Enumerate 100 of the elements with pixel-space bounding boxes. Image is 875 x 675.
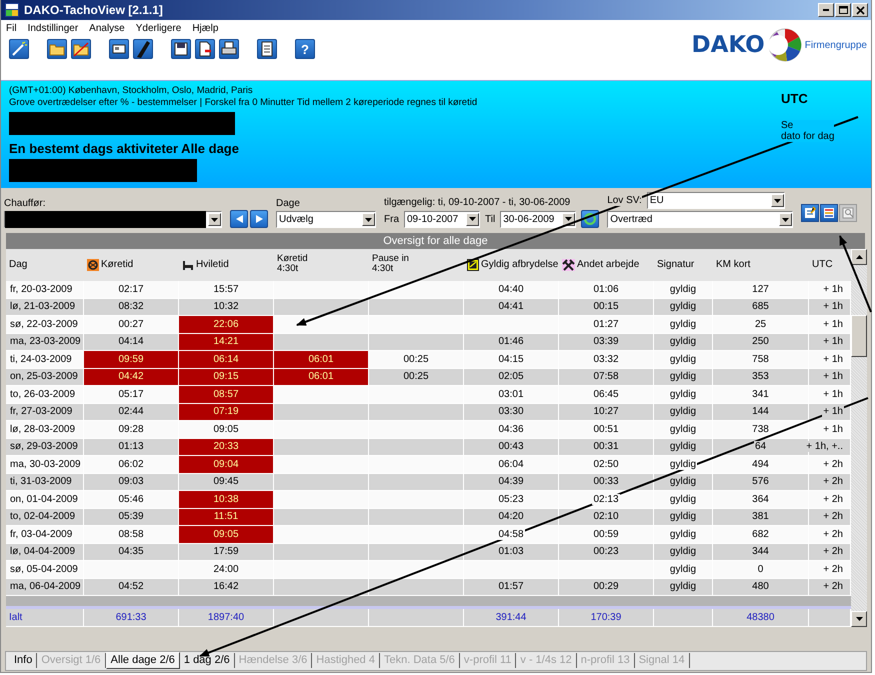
law-dropdown[interactable]: EU xyxy=(646,192,785,209)
caret-icon xyxy=(565,217,572,221)
column-header[interactable]: Hviletid xyxy=(179,249,274,281)
column-header[interactable]: Andet arbejde xyxy=(559,249,654,281)
card-button[interactable] xyxy=(109,39,129,59)
printer-button[interactable] xyxy=(219,39,239,59)
dropdown-button[interactable] xyxy=(466,212,479,226)
column-header[interactable]: UTC xyxy=(809,249,851,281)
table-cell: 353 xyxy=(713,368,809,386)
table-cell: 01:03 xyxy=(464,544,559,561)
export-button[interactable] xyxy=(195,39,215,59)
table-cell: fr, 20-03-2009 xyxy=(6,281,84,298)
column-header[interactable]: Køretid 4:30t xyxy=(274,249,369,281)
days-dropdown[interactable]: Udvælg xyxy=(276,211,376,228)
menu-item[interactable]: Yderligere xyxy=(134,23,182,34)
column-header[interactable]: Signatur xyxy=(654,249,713,281)
close-button[interactable] xyxy=(852,3,868,17)
table-cell: + 1h xyxy=(809,334,851,351)
table-cell: 03:32 xyxy=(559,351,654,368)
menu-item[interactable]: Analyse xyxy=(88,23,126,34)
from-label: Fra xyxy=(384,214,399,224)
table-cell: 05:17 xyxy=(84,386,179,404)
table-cell: 09:59 xyxy=(84,351,179,368)
date-picker[interactable]: 30-06-2009 xyxy=(500,210,576,228)
maximize-icon xyxy=(838,6,848,14)
table-cell: + 2h xyxy=(809,508,851,526)
column-header[interactable]: Pause in 4:30t xyxy=(369,249,464,281)
table-cell: 04:39 xyxy=(464,474,559,491)
tab[interactable]: Info xyxy=(10,653,38,668)
column-header[interactable]: Gyldig afbrydelse xyxy=(464,249,559,281)
dropdown-button[interactable] xyxy=(362,213,375,226)
table-cell: 00:25 xyxy=(369,351,464,368)
table-cell: 06:01 xyxy=(274,368,369,386)
maximize-button[interactable] xyxy=(835,3,851,17)
help-button[interactable]: ? xyxy=(295,39,315,59)
table-cell: 344 xyxy=(713,544,809,561)
column-header[interactable]: KM kort xyxy=(713,249,809,281)
table-cell: 576 xyxy=(713,474,809,491)
previous-button[interactable] xyxy=(230,210,248,228)
wand-button[interactable] xyxy=(9,39,29,59)
days-label: Dage xyxy=(276,198,301,209)
folder-button[interactable] xyxy=(47,39,67,59)
table-cell: 10:32 xyxy=(179,298,274,316)
table-cell: 04:14 xyxy=(84,334,179,351)
table-cell: 20:33 xyxy=(179,438,274,456)
table-cell: 01:46 xyxy=(464,334,559,351)
dropdown-button[interactable] xyxy=(779,213,792,226)
table-cell: sø, 22-03-2009 xyxy=(6,316,84,334)
table-cell: 02:13 xyxy=(559,491,654,508)
table-cell: sø, 29-03-2009 xyxy=(6,438,84,456)
pen-button[interactable] xyxy=(133,39,153,59)
column-header[interactable]: Dag xyxy=(6,249,84,281)
table-cell: ma, 30-03-2009 xyxy=(6,456,84,474)
table-cell: 04:41 xyxy=(464,298,559,316)
table-cell: + 1h xyxy=(809,316,851,334)
scroll-thumb[interactable] xyxy=(851,315,867,357)
law-label: Lov SV: xyxy=(607,195,642,206)
dropdown-button[interactable] xyxy=(770,194,784,207)
table-cell: 05:46 xyxy=(84,491,179,508)
date-picker[interactable]: 09-10-2007 xyxy=(404,210,480,228)
driver-label: Chauffør: xyxy=(4,198,46,209)
mode-dropdown[interactable]: Overtræd xyxy=(607,211,794,228)
table-cell: gyldig xyxy=(654,491,713,508)
table-cell: + 1h xyxy=(809,421,851,438)
folder-cross-button[interactable] xyxy=(71,39,91,59)
table-cell: 02:05 xyxy=(464,368,559,386)
table-title: Oversigt for alle dage xyxy=(6,233,865,249)
column-header[interactable]: Køretid xyxy=(84,249,179,281)
utc-label: UTC xyxy=(781,91,809,106)
edit-list-button[interactable] xyxy=(801,204,820,222)
table-cell: + 2h xyxy=(809,578,851,596)
pen-icon xyxy=(134,40,152,58)
save-button[interactable] xyxy=(171,39,191,59)
tab[interactable]: Alle dage 2/6 xyxy=(106,652,180,669)
document-button[interactable] xyxy=(257,39,277,59)
caret-icon xyxy=(774,198,781,202)
total-cell: 691:33 xyxy=(84,609,179,626)
menu-item[interactable]: Hjælp xyxy=(191,23,220,34)
table-cell: 381 xyxy=(713,508,809,526)
to-label: Til xyxy=(485,214,496,224)
menu-item[interactable]: Fil xyxy=(5,23,18,34)
caret-icon xyxy=(782,218,790,222)
caret-icon xyxy=(856,616,862,620)
colored-list-button[interactable] xyxy=(820,204,838,222)
total-cell: 391:44 xyxy=(464,609,559,626)
table-cell: + 2h xyxy=(809,544,851,561)
table-cell: 00:59 xyxy=(559,526,654,544)
tab[interactable]: 1 dag 2/6 xyxy=(180,653,235,668)
dropdown-button[interactable] xyxy=(208,213,221,226)
minimize-button[interactable] xyxy=(818,3,834,17)
table-cell: 01:13 xyxy=(84,438,179,456)
table-cell: + 2h xyxy=(809,491,851,508)
scrollbar[interactable] xyxy=(851,249,867,626)
next-button[interactable] xyxy=(250,210,268,228)
table-cell: to, 26-03-2009 xyxy=(6,386,84,404)
table-cell: gyldig xyxy=(654,578,713,596)
menu-item[interactable]: Indstillinger xyxy=(26,23,80,34)
table-cell: 16:42 xyxy=(179,578,274,596)
availability-text: tilgængelig: ti, 09-10-2007 - ti, 30-06-2009 xyxy=(384,197,572,208)
table-cell: 02:44 xyxy=(84,404,179,421)
